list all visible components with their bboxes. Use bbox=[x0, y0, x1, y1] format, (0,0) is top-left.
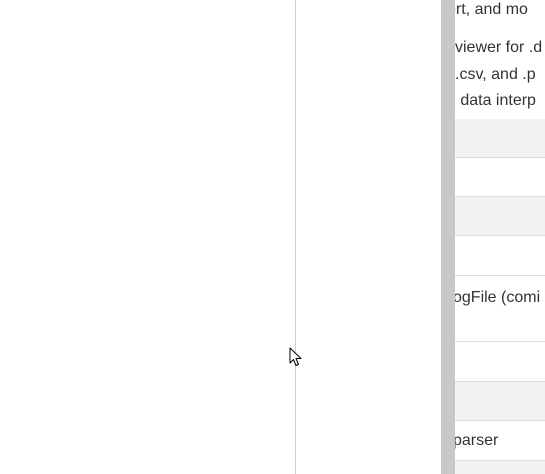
table-row[interactable] bbox=[455, 119, 545, 158]
left-pane bbox=[0, 0, 295, 474]
app-window: ort, and mo viewer for .d .csv, and .p n… bbox=[0, 0, 545, 474]
table-row[interactable] bbox=[455, 342, 545, 382]
table-row[interactable] bbox=[455, 158, 545, 197]
mouse-pointer-icon bbox=[289, 347, 302, 366]
table-cell: ogFile (comi bbox=[455, 289, 541, 306]
description-line-3: .csv, and .p bbox=[455, 66, 536, 83]
table-row[interactable] bbox=[455, 382, 545, 421]
table-row[interactable]: parser bbox=[455, 421, 545, 461]
description-line-1: ort, and mo bbox=[455, 1, 528, 18]
table-row[interactable]: ogFile (comi bbox=[455, 276, 545, 342]
middle-pane bbox=[296, 0, 441, 474]
description-line-4: n data interp bbox=[455, 92, 536, 109]
vertical-scrollbar[interactable] bbox=[441, 0, 455, 474]
table-row[interactable] bbox=[455, 236, 545, 276]
table-row[interactable] bbox=[455, 461, 545, 474]
description-line-2: viewer for .d bbox=[455, 39, 543, 56]
content-panel: ort, and mo viewer for .d .csv, and .p n… bbox=[455, 0, 545, 474]
table-cell: parser bbox=[455, 432, 499, 449]
table-row[interactable] bbox=[455, 197, 545, 236]
